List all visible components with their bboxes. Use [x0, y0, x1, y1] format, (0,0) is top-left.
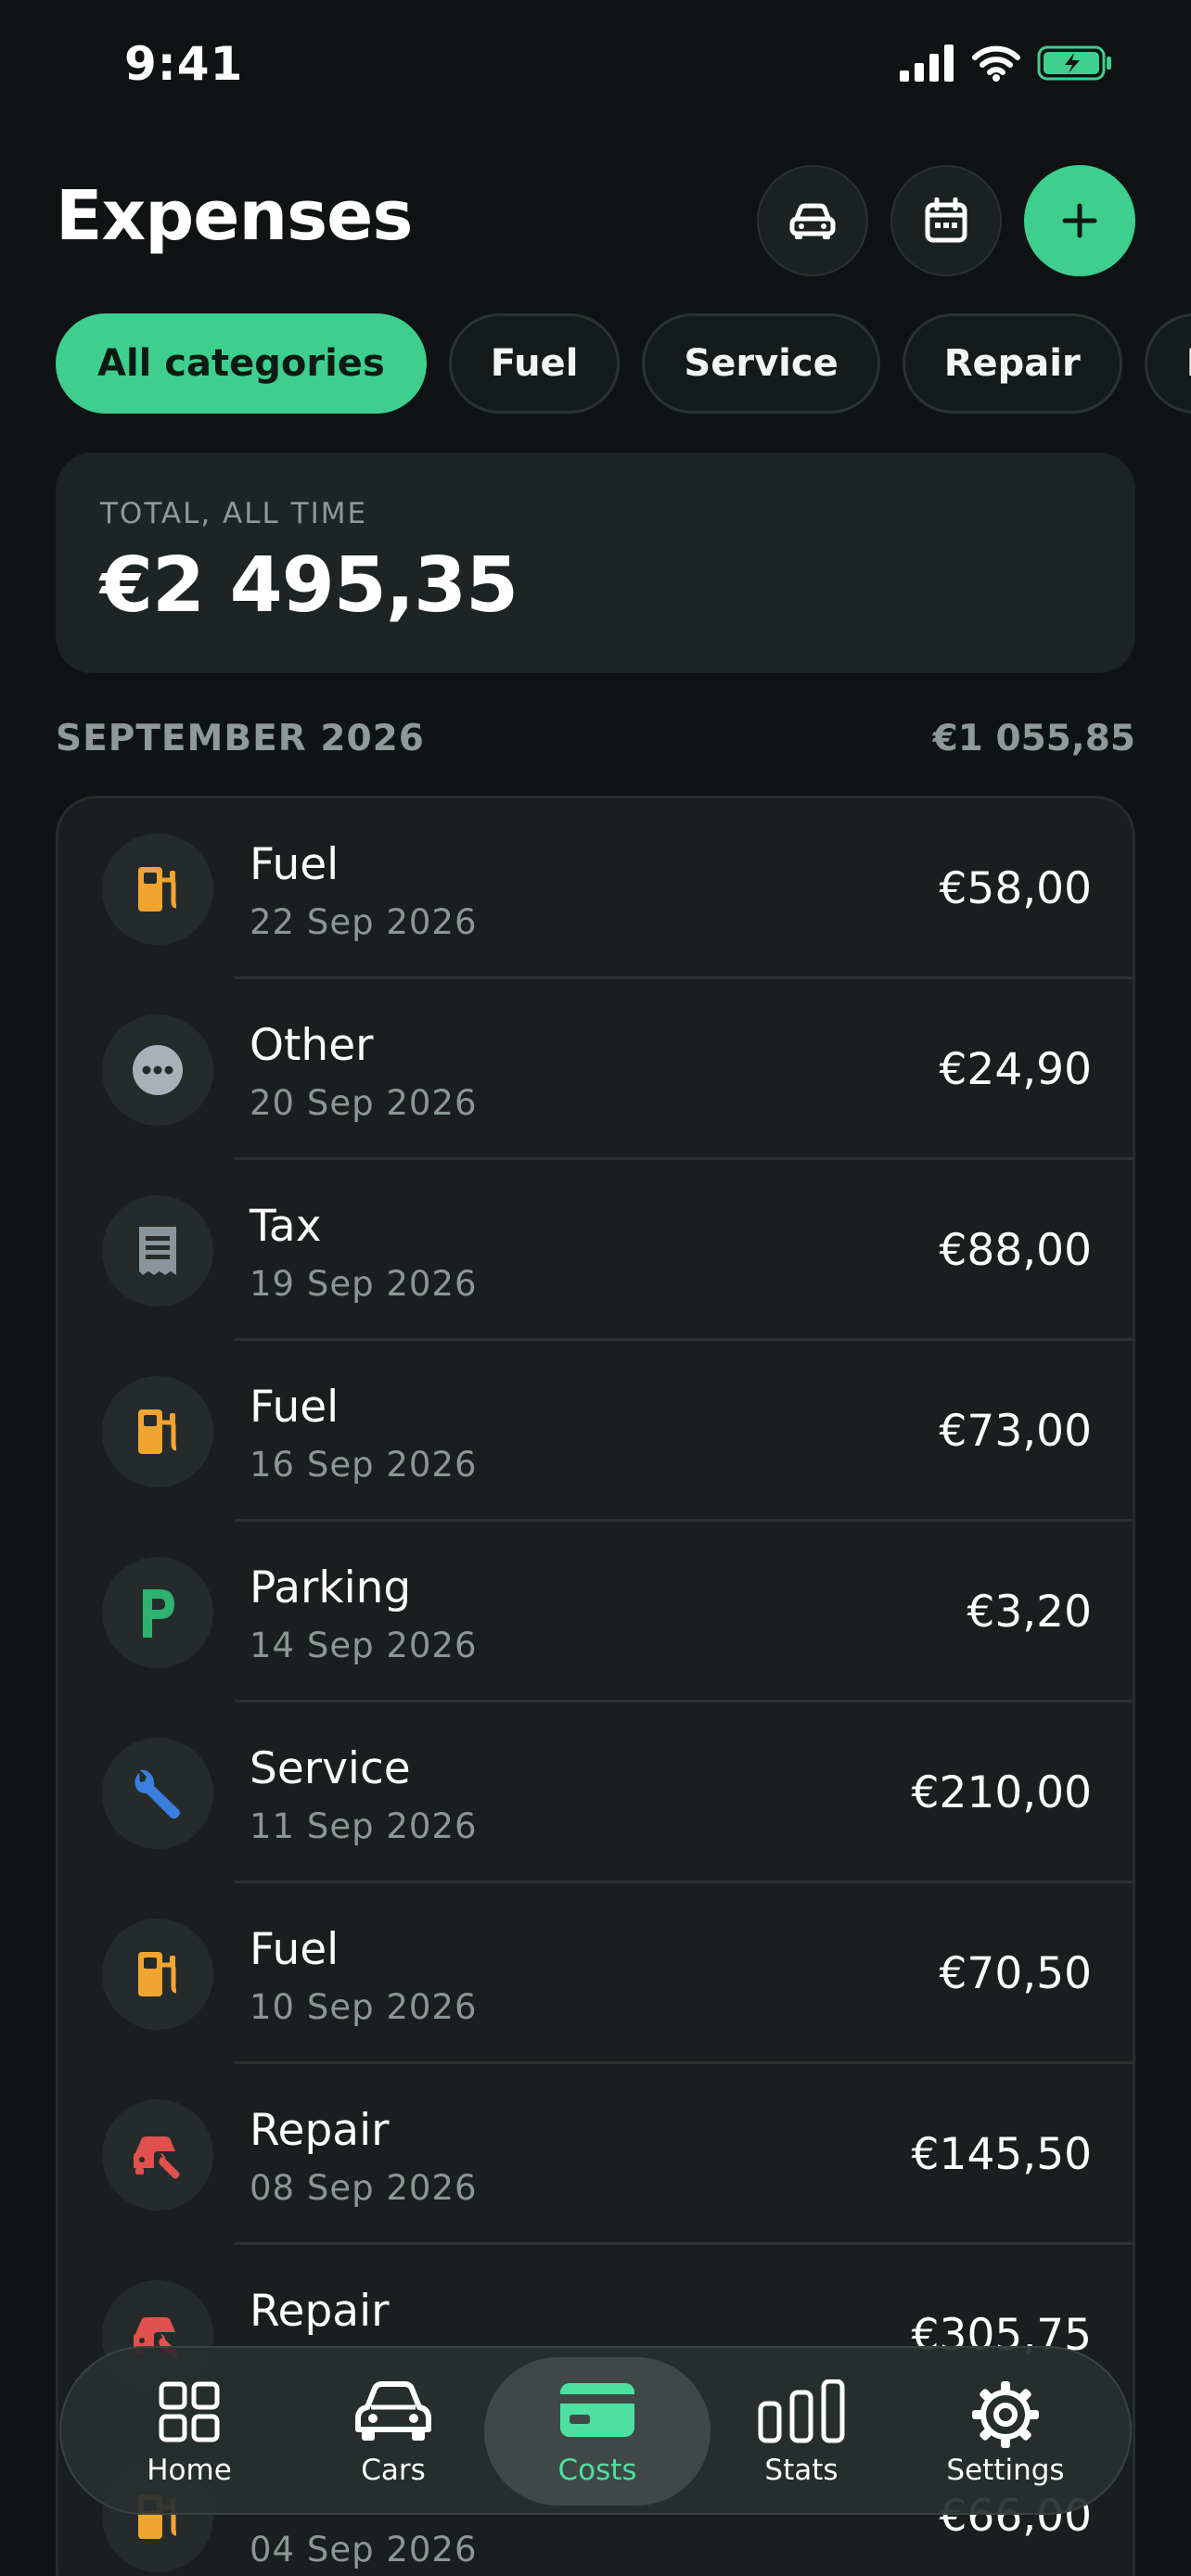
status-bar: 9:41 [0, 0, 1191, 139]
expense-amount: €73,00 [939, 1406, 1092, 1457]
expense-category: Other [250, 1020, 374, 1071]
calendar-icon [925, 198, 967, 243]
select-car-button[interactable] [757, 165, 868, 276]
gear-icon [892, 2379, 1119, 2450]
date-filter-button[interactable] [890, 165, 1002, 276]
car-icon [789, 203, 836, 239]
plus-icon [1062, 203, 1097, 238]
list-item[interactable]: Tax 19 Sep 2026 €88,00 [58, 1160, 1133, 1341]
expense-amount: €70,50 [939, 1948, 1092, 1999]
tab-settings[interactable]: Settings [892, 2357, 1119, 2506]
expense-date: 08 Sep 2026 [250, 2168, 478, 2208]
wifi-icon [972, 45, 1020, 82]
expense-date: 20 Sep 2026 [250, 1083, 478, 1123]
expense-category: Repair [250, 2105, 390, 2156]
fuel-pump-icon [102, 1376, 213, 1487]
tab-label: Settings [946, 2454, 1065, 2487]
total-card: TOTAL, ALL TIME €2 495,35 [56, 453, 1135, 673]
list-item[interactable]: Fuel 10 Sep 2026 €70,50 [58, 1883, 1133, 2064]
expense-date: 22 Sep 2026 [250, 902, 478, 942]
expense-amount: €210,00 [911, 1767, 1092, 1818]
status-icons [900, 45, 1113, 82]
fuel-pump-icon [102, 834, 213, 945]
expense-category: Repair [250, 2286, 390, 2337]
list-item[interactable]: Parking 14 Sep 2026 €3,20 [58, 1522, 1133, 1702]
tab-stats[interactable]: Stats [688, 2357, 915, 2506]
list-item[interactable]: Fuel 22 Sep 2026 €58,00 [58, 798, 1133, 979]
expense-amount: €24,90 [939, 1044, 1092, 1095]
tab-costs[interactable]: Costs [484, 2357, 711, 2506]
tab-cars[interactable]: Cars [280, 2357, 506, 2506]
expense-date: 11 Sep 2026 [250, 1806, 478, 1846]
signal-icon [900, 45, 954, 82]
list-item[interactable]: Service 11 Sep 2026 €210,00 [58, 1702, 1133, 1883]
more-dots-icon [102, 1014, 213, 1126]
expense-date: 04 Sep 2026 [250, 2530, 478, 2570]
list-item[interactable]: Other 20 Sep 2026 €24,90 [58, 979, 1133, 1160]
expense-category: Fuel [250, 1924, 339, 1975]
car-repair-icon [102, 2099, 213, 2211]
tab-label: Stats [764, 2454, 839, 2487]
fuel-pump-icon [102, 1919, 213, 2030]
wrench-icon [102, 1738, 213, 1849]
category-chips: All categoriesFuelServiceRepair Insu [56, 313, 1191, 415]
tab-label: Costs [557, 2454, 637, 2487]
card-icon [484, 2379, 711, 2450]
expense-date: 10 Sep 2026 [250, 1987, 478, 2027]
total-label: TOTAL, ALL TIME [100, 497, 368, 530]
chip-insurance[interactable]: Insu [1144, 313, 1191, 414]
expense-amount: €58,00 [939, 863, 1092, 914]
add-expense-button[interactable] [1024, 165, 1135, 276]
page-title: Expenses [56, 176, 413, 256]
chip-service[interactable]: Service [642, 313, 880, 414]
car-icon [280, 2379, 506, 2450]
expense-list: Fuel 22 Sep 2026 €58,00 Other 20 Sep 202… [56, 796, 1135, 2576]
expense-amount: €145,50 [911, 2129, 1092, 2180]
battery-charging-icon [1037, 45, 1111, 81]
list-item[interactable]: Fuel 16 Sep 2026 €73,00 [58, 1341, 1133, 1522]
expense-date: 14 Sep 2026 [250, 1626, 478, 1665]
parking-icon [102, 1557, 213, 1668]
grid-icon [76, 2379, 302, 2450]
expense-date: 16 Sep 2026 [250, 1445, 478, 1485]
expense-category: Service [250, 1743, 411, 1794]
list-item[interactable]: Repair 08 Sep 2026 €145,50 [58, 2064, 1133, 2245]
expense-category: Tax [250, 1201, 322, 1252]
bottom-tab-bar: Home Cars Costs Stats Settings [59, 2346, 1132, 2515]
tab-label: Cars [361, 2454, 426, 2487]
status-time: 9:41 [124, 37, 244, 91]
expense-category: Fuel [250, 1382, 339, 1433]
expense-category: Parking [250, 1562, 412, 1613]
expense-date: 19 Sep 2026 [250, 1264, 478, 1304]
month-total: €1 055,85 [932, 718, 1135, 759]
tab-label: Home [147, 2454, 232, 2487]
chip-repair[interactable]: Repair [902, 313, 1122, 414]
expense-amount: €88,00 [939, 1225, 1092, 1276]
tab-home[interactable]: Home [76, 2357, 302, 2506]
expense-amount: €3,20 [967, 1587, 1092, 1638]
month-title: SEPTEMBER 2026 [56, 718, 425, 759]
expense-category: Fuel [250, 839, 339, 890]
receipt-icon [102, 1195, 213, 1307]
chip-all-categories[interactable]: All categories [56, 313, 427, 414]
chip-fuel[interactable]: Fuel [448, 313, 621, 414]
bar-chart-icon [688, 2379, 915, 2450]
total-value: €2 495,35 [100, 542, 519, 630]
